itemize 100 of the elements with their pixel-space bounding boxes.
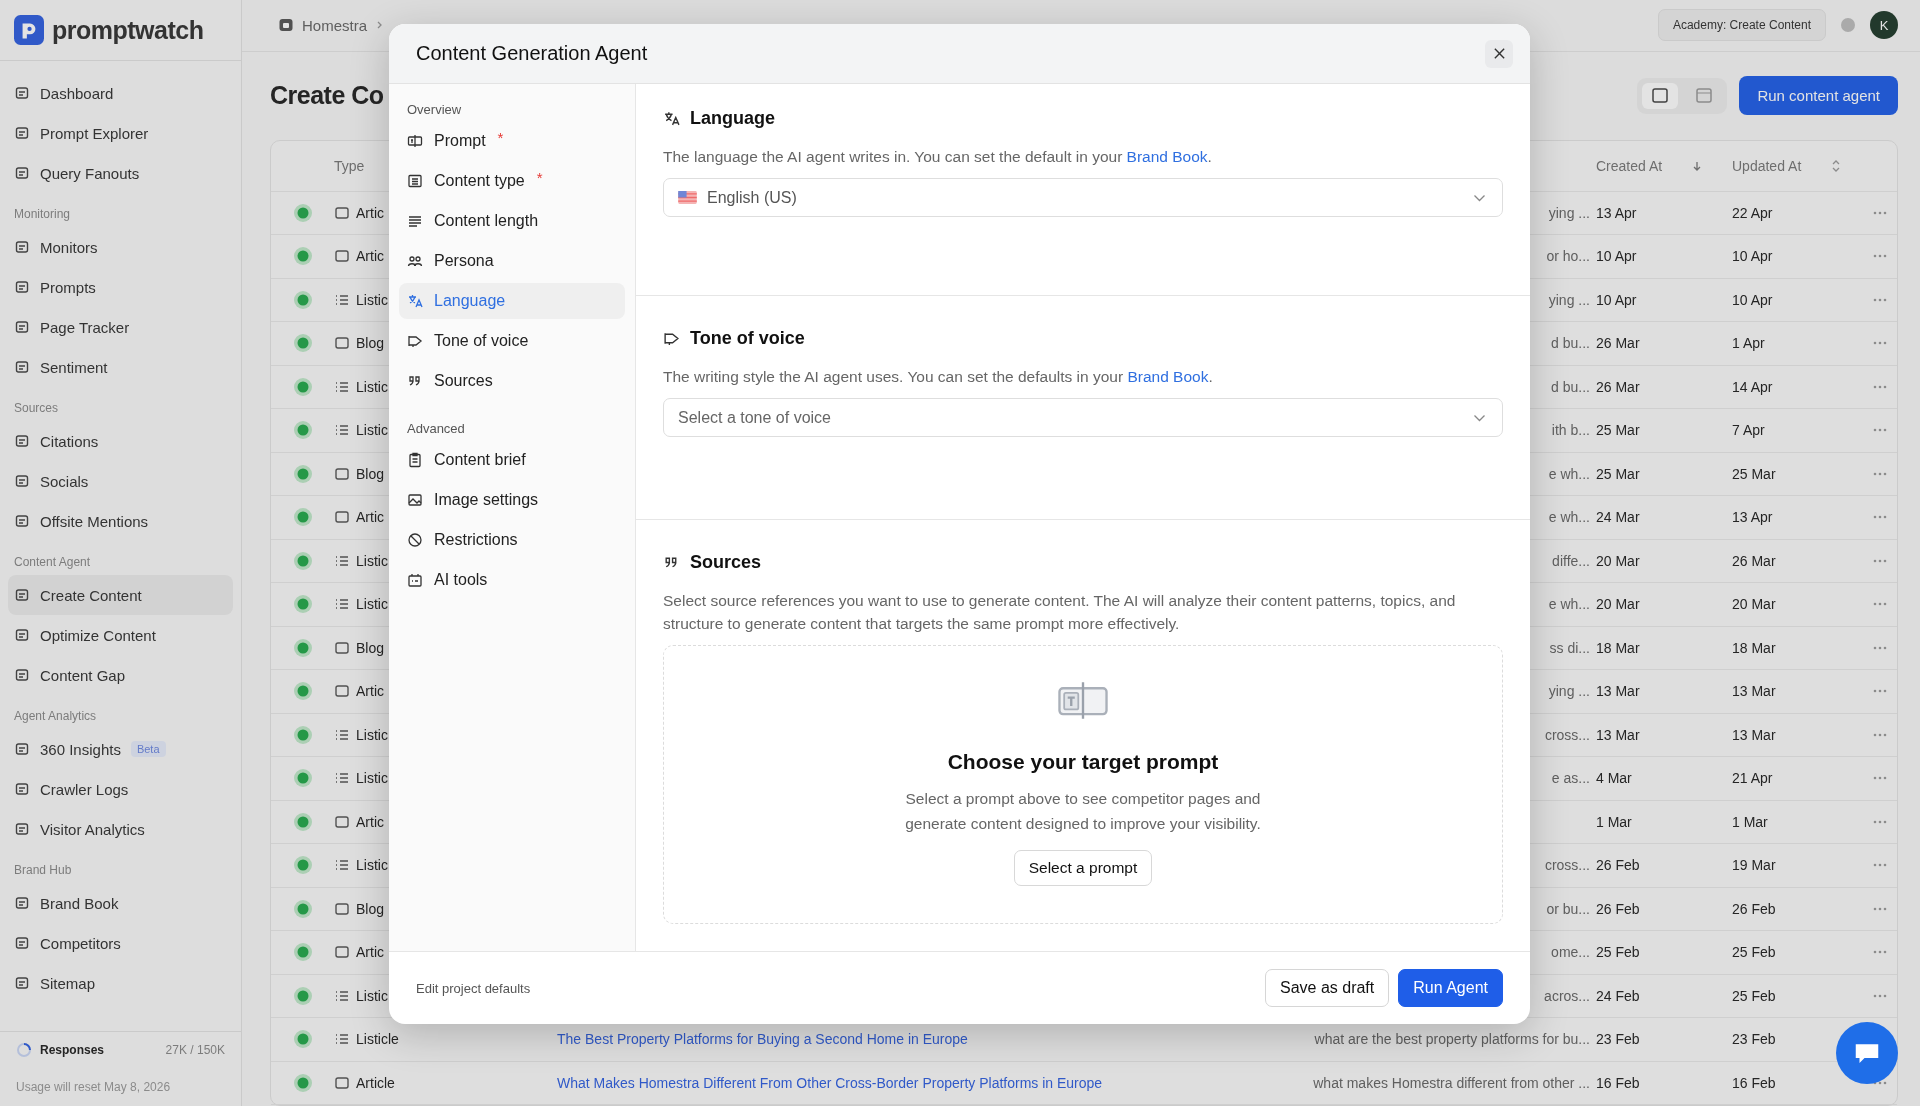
more-icon[interactable] [1872, 602, 1887, 607]
sidebar-item[interactable]: Content Gap [8, 655, 233, 695]
more-icon[interactable] [1872, 863, 1887, 868]
more-icon[interactable] [1872, 906, 1887, 911]
run-agent-button[interactable]: Run Agent [1398, 969, 1503, 1007]
date-cell-text: 24 Feb [1595, 987, 1641, 1004]
nav-item[interactable]: Image settings [399, 482, 625, 518]
column-header[interactable]: Created At [1596, 157, 1663, 174]
content-title-link[interactable]: What Makes Homestra Different From Other Cross-Border Property Platforms in Europe [557, 1074, 1103, 1091]
date-cell-text: 18 Mar [1595, 639, 1641, 656]
card-view-icon[interactable] [1642, 82, 1679, 109]
nav-item[interactable]: Content type * [399, 163, 625, 199]
sidebar-item[interactable]: Crawler Logs [8, 769, 233, 809]
type-cell: Artic [356, 944, 384, 961]
status-dot-icon [292, 811, 313, 832]
more-icon[interactable] [1872, 776, 1887, 781]
status-dot-icon [292, 1029, 313, 1050]
content-title-link[interactable]: The Best Property Platforms for Buying a Second Home in Europe [557, 1031, 968, 1048]
more-icon[interactable] [1872, 471, 1887, 476]
sidebar-item[interactable]: Query Fanouts [8, 153, 233, 193]
sidebar-item[interactable]: Create Content [8, 575, 233, 615]
prompt-cell: diffe... [1552, 552, 1590, 569]
status-dot-icon [292, 768, 313, 789]
more-icon[interactable] [1872, 210, 1887, 215]
more-icon[interactable] [1872, 558, 1887, 563]
sidebar-item[interactable]: Sitemap [8, 963, 233, 1003]
date-cell-text: 20 Mar [1595, 596, 1641, 613]
more-icon[interactable] [1872, 515, 1887, 520]
brand-book-link[interactable]: Brand Book [1127, 368, 1209, 385]
sidebar-item[interactable]: Socials [8, 461, 233, 501]
sort-icon[interactable] [1692, 159, 1703, 172]
sidebar-item[interactable]: Dashboard [8, 73, 233, 113]
sidebar-item[interactable]: 360 Insights Beta [8, 729, 233, 769]
academy-button[interactable]: Academy: Create Content [1657, 9, 1826, 42]
more-icon[interactable] [1872, 341, 1887, 346]
split-box-icon [407, 133, 423, 149]
sidebar-item[interactable]: Competitors [8, 923, 233, 963]
sidebar-item[interactable]: Prompt Explorer [8, 113, 233, 153]
sidebar-item[interactable]: Monitors [8, 227, 233, 267]
more-icon[interactable] [1872, 428, 1887, 433]
sidebar-item[interactable]: Brand Book [8, 883, 233, 923]
column-header[interactable]: Updated At [1732, 157, 1802, 174]
more-icon[interactable] [1872, 254, 1887, 259]
nav-item[interactable]: Content length [399, 203, 625, 239]
nav-item[interactable]: Language [399, 283, 625, 319]
nav-item[interactable]: Prompt * [399, 123, 625, 159]
sidebar-item[interactable]: Page Tracker [8, 307, 233, 347]
section-title: Sources [690, 552, 762, 573]
more-icon[interactable] [1872, 950, 1887, 955]
avatar[interactable]: K [1870, 11, 1898, 40]
more-icon[interactable] [1872, 645, 1887, 650]
calendar-icon [407, 572, 423, 588]
type-cell: Listic [356, 422, 388, 439]
select-field[interactable]: Select a tone of voice [663, 398, 1503, 437]
document-icon [14, 85, 30, 101]
nav-item[interactable]: Persona [399, 243, 625, 279]
caret-icon [1473, 193, 1486, 202]
date-cell-text: 10 Apr [1595, 291, 1638, 308]
date-cell-text: 4 Mar [1595, 770, 1633, 787]
sidebar-item[interactable]: Offsite Mentions [8, 501, 233, 541]
nav-item[interactable]: Sources [399, 363, 625, 399]
more-icon[interactable] [1872, 689, 1887, 694]
date-cell-text: 23 Feb [1595, 1031, 1641, 1048]
document-icon [14, 125, 30, 141]
lines-icon [407, 213, 423, 229]
document-icon [14, 359, 30, 375]
brand-book-link[interactable]: Brand Book [1126, 148, 1208, 165]
sidebar-item[interactable]: Visitor Analytics [8, 809, 233, 849]
sidebar-item[interactable]: Citations [8, 421, 233, 461]
sidebar-item[interactable]: Sentiment [8, 347, 233, 387]
date-cell-text: 13 Mar [1595, 726, 1641, 743]
nav-item[interactable]: Tone of voice [399, 323, 625, 359]
document-icon [14, 627, 30, 643]
close-button[interactable] [1485, 39, 1513, 68]
sidebar-item[interactable]: Optimize Content [8, 615, 233, 655]
sort-icon[interactable] [1831, 159, 1842, 172]
run-content-agent-button[interactable]: Run content agent [1739, 76, 1898, 116]
sidebar-item[interactable]: Prompts [8, 267, 233, 307]
type-cell: Blog [356, 335, 385, 352]
more-icon[interactable] [1872, 732, 1887, 737]
more-icon[interactable] [1872, 297, 1887, 302]
breadcrumb-link[interactable]: Homestra [302, 16, 368, 34]
nav-item[interactable]: AI tools [399, 562, 625, 598]
more-icon[interactable] [1872, 384, 1887, 389]
save-draft-button[interactable]: Save as draft [1265, 969, 1390, 1007]
more-icon[interactable] [1872, 993, 1887, 998]
nav-item[interactable]: Content brief [399, 442, 625, 478]
nav-section-label: Overview [406, 102, 463, 119]
date-cell-text: 21 Apr [1731, 770, 1774, 787]
date-cell-text: 13 Mar [1595, 683, 1641, 700]
date-cell-text: 19 Mar [1731, 857, 1777, 874]
select-prompt-button[interactable]: Select a prompt [1013, 850, 1153, 886]
logo-icon [14, 15, 44, 45]
more-icon[interactable] [1872, 819, 1887, 824]
nav-item[interactable]: Restrictions [399, 522, 625, 558]
type-cell: Listicle [356, 1031, 399, 1048]
select-field[interactable]: English (US) [663, 178, 1503, 217]
section-icon [663, 330, 680, 347]
edit-defaults-link[interactable]: Edit project defaults [416, 980, 531, 996]
status-dot-icon [292, 202, 313, 223]
